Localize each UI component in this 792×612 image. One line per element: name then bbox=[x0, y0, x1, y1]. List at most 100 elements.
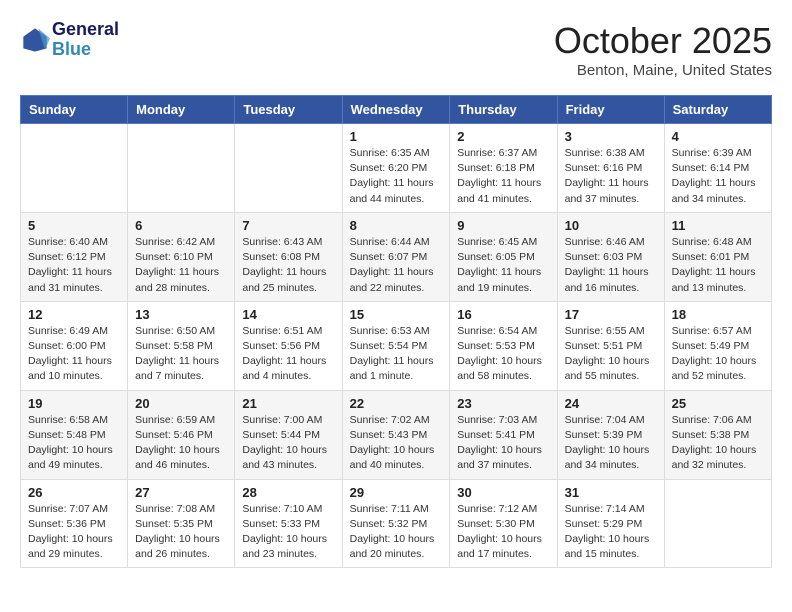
calendar-cell: 20Sunrise: 6:59 AM Sunset: 5:46 PM Dayli… bbox=[128, 390, 235, 479]
day-info: Sunrise: 6:44 AM Sunset: 6:07 PM Dayligh… bbox=[350, 235, 443, 296]
day-number: 30 bbox=[457, 485, 549, 500]
day-number: 16 bbox=[457, 307, 549, 322]
calendar-cell: 10 Sunrise: 6:46 AM Sunset: 6:03 PM Dayli… bbox=[557, 212, 664, 301]
day-info: Sunrise: 7:07 AM Sunset: 5:36 PM Dayligh… bbox=[28, 502, 120, 563]
calendar-cell: 27Sunrise: 7:08 AM Sunset: 5:35 PM Dayli… bbox=[128, 479, 235, 568]
calendar-cell: 16 Sunrise: 6:54 AM Sunset: 5:53 PM Dayli… bbox=[450, 301, 557, 390]
logo-icon bbox=[20, 25, 50, 55]
weekday-header: Wednesday bbox=[342, 96, 450, 124]
day-info: Sunrise: 6:49 AM Sunset: 6:00 PM Dayligh… bbox=[28, 324, 120, 385]
calendar-cell: 29Sunrise: 7:11 AM Sunset: 5:32 PM Dayli… bbox=[342, 479, 450, 568]
calendar-cell: 19 Sunrise: 6:58 AM Sunset: 5:48 PM Dayli… bbox=[21, 390, 128, 479]
weekday-header: Sunday bbox=[21, 96, 128, 124]
weekday-header: Monday bbox=[128, 96, 235, 124]
day-info: Sunrise: 6:38 AM Sunset: 6:16 PM Dayligh… bbox=[565, 146, 657, 207]
day-number: 15 bbox=[350, 307, 443, 322]
day-number: 7 bbox=[242, 218, 334, 233]
calendar-week-row: 5Sunrise: 6:40 AM Sunset: 6:12 PM Daylig… bbox=[21, 212, 772, 301]
day-number: 19 bbox=[28, 396, 120, 411]
calendar-cell bbox=[664, 479, 771, 568]
calendar-cell: 22 Sunrise: 7:02 AM Sunset: 5:43 PM Dayli… bbox=[342, 390, 450, 479]
day-info: Sunrise: 7:10 AM Sunset: 5:33 PM Dayligh… bbox=[242, 502, 334, 563]
calendar-cell: 11 Sunrise: 6:48 AM Sunset: 6:01 PM Dayli… bbox=[664, 212, 771, 301]
day-info: Sunrise: 7:14 AM Sunset: 5:29 PM Dayligh… bbox=[565, 502, 657, 563]
calendar-cell: 21 Sunrise: 7:00 AM Sunset: 5:44 PM Dayli… bbox=[235, 390, 342, 479]
weekday-header: Friday bbox=[557, 96, 664, 124]
day-number: 1 bbox=[350, 129, 443, 144]
day-info: Sunrise: 7:11 AM Sunset: 5:32 PM Dayligh… bbox=[350, 502, 443, 563]
weekday-header: Tuesday bbox=[235, 96, 342, 124]
day-info: Sunrise: 6:58 AM Sunset: 5:48 PM Dayligh… bbox=[28, 413, 120, 474]
day-number: 14 bbox=[242, 307, 334, 322]
calendar-cell: 23Sunrise: 7:03 AM Sunset: 5:41 PM Dayli… bbox=[450, 390, 557, 479]
calendar-cell bbox=[128, 124, 235, 213]
calendar-cell bbox=[21, 124, 128, 213]
title-block: October 2025 Benton, Maine, United State… bbox=[554, 20, 772, 79]
calendar-cell: 6 Sunrise: 6:42 AM Sunset: 6:10 PM Daylig… bbox=[128, 212, 235, 301]
day-number: 8 bbox=[350, 218, 443, 233]
calendar-cell: 8 Sunrise: 6:44 AM Sunset: 6:07 PM Daylig… bbox=[342, 212, 450, 301]
calendar-week-row: 12Sunrise: 6:49 AM Sunset: 6:00 PM Dayli… bbox=[21, 301, 772, 390]
day-info: Sunrise: 6:54 AM Sunset: 5:53 PM Dayligh… bbox=[457, 324, 549, 385]
day-info: Sunrise: 6:48 AM Sunset: 6:01 PM Dayligh… bbox=[672, 235, 764, 296]
calendar-cell: 25Sunrise: 7:06 AM Sunset: 5:38 PM Dayli… bbox=[664, 390, 771, 479]
day-number: 22 bbox=[350, 396, 443, 411]
day-info: Sunrise: 7:02 AM Sunset: 5:43 PM Dayligh… bbox=[350, 413, 443, 474]
location: Benton, Maine, United States bbox=[554, 62, 772, 79]
day-info: Sunrise: 6:55 AM Sunset: 5:51 PM Dayligh… bbox=[565, 324, 657, 385]
day-number: 10 bbox=[565, 218, 657, 233]
day-info: Sunrise: 7:00 AM Sunset: 5:44 PM Dayligh… bbox=[242, 413, 334, 474]
calendar-cell: 12Sunrise: 6:49 AM Sunset: 6:00 PM Dayli… bbox=[21, 301, 128, 390]
day-number: 6 bbox=[135, 218, 227, 233]
day-info: Sunrise: 7:12 AM Sunset: 5:30 PM Dayligh… bbox=[457, 502, 549, 563]
day-info: Sunrise: 6:40 AM Sunset: 6:12 PM Dayligh… bbox=[28, 235, 120, 296]
day-number: 20 bbox=[135, 396, 227, 411]
calendar-cell: 1 Sunrise: 6:35 AM Sunset: 6:20 PM Daylig… bbox=[342, 124, 450, 213]
day-number: 17 bbox=[565, 307, 657, 322]
day-info: Sunrise: 7:06 AM Sunset: 5:38 PM Dayligh… bbox=[672, 413, 764, 474]
day-number: 3 bbox=[565, 129, 657, 144]
day-info: Sunrise: 6:53 AM Sunset: 5:54 PM Dayligh… bbox=[350, 324, 443, 385]
logo-text-line2: Blue bbox=[52, 40, 119, 60]
logo-text-line1: General bbox=[52, 20, 119, 40]
calendar-cell: 14 Sunrise: 6:51 AM Sunset: 5:56 PM Dayli… bbox=[235, 301, 342, 390]
calendar-cell: 28Sunrise: 7:10 AM Sunset: 5:33 PM Dayli… bbox=[235, 479, 342, 568]
day-info: Sunrise: 6:45 AM Sunset: 6:05 PM Dayligh… bbox=[457, 235, 549, 296]
calendar-cell: 3 Sunrise: 6:38 AM Sunset: 6:16 PM Daylig… bbox=[557, 124, 664, 213]
day-number: 11 bbox=[672, 218, 764, 233]
day-info: Sunrise: 7:04 AM Sunset: 5:39 PM Dayligh… bbox=[565, 413, 657, 474]
day-info: Sunrise: 6:46 AM Sunset: 6:03 PM Dayligh… bbox=[565, 235, 657, 296]
calendar-cell: 15 Sunrise: 6:53 AM Sunset: 5:54 PM Dayli… bbox=[342, 301, 450, 390]
calendar-cell: 24 Sunrise: 7:04 AM Sunset: 5:39 PM Dayli… bbox=[557, 390, 664, 479]
day-info: Sunrise: 7:03 AM Sunset: 5:41 PM Dayligh… bbox=[457, 413, 549, 474]
day-info: Sunrise: 6:50 AM Sunset: 5:58 PM Dayligh… bbox=[135, 324, 227, 385]
day-info: Sunrise: 6:51 AM Sunset: 5:56 PM Dayligh… bbox=[242, 324, 334, 385]
calendar-week-row: 19 Sunrise: 6:58 AM Sunset: 5:48 PM Dayli… bbox=[21, 390, 772, 479]
day-number: 18 bbox=[672, 307, 764, 322]
day-info: Sunrise: 6:37 AM Sunset: 6:18 PM Dayligh… bbox=[457, 146, 549, 207]
calendar-cell: 5Sunrise: 6:40 AM Sunset: 6:12 PM Daylig… bbox=[21, 212, 128, 301]
day-info: Sunrise: 6:39 AM Sunset: 6:14 PM Dayligh… bbox=[672, 146, 764, 207]
calendar-cell: 17 Sunrise: 6:55 AM Sunset: 5:51 PM Dayli… bbox=[557, 301, 664, 390]
calendar-week-row: 26Sunrise: 7:07 AM Sunset: 5:36 PM Dayli… bbox=[21, 479, 772, 568]
day-info: Sunrise: 6:35 AM Sunset: 6:20 PM Dayligh… bbox=[350, 146, 443, 207]
calendar-cell: 18Sunrise: 6:57 AM Sunset: 5:49 PM Dayli… bbox=[664, 301, 771, 390]
calendar-cell: 4 Sunrise: 6:39 AM Sunset: 6:14 PM Daylig… bbox=[664, 124, 771, 213]
month-title: October 2025 bbox=[554, 20, 772, 62]
calendar-cell: 7Sunrise: 6:43 AM Sunset: 6:08 PM Daylig… bbox=[235, 212, 342, 301]
calendar-cell: 31Sunrise: 7:14 AM Sunset: 5:29 PM Dayli… bbox=[557, 479, 664, 568]
day-number: 24 bbox=[565, 396, 657, 411]
weekday-header: Saturday bbox=[664, 96, 771, 124]
logo: General Blue bbox=[20, 20, 119, 60]
calendar-table: SundayMondayTuesdayWednesdayThursdayFrid… bbox=[20, 95, 772, 568]
day-info: Sunrise: 7:08 AM Sunset: 5:35 PM Dayligh… bbox=[135, 502, 227, 563]
calendar-week-row: 1 Sunrise: 6:35 AM Sunset: 6:20 PM Daylig… bbox=[21, 124, 772, 213]
weekday-header: Thursday bbox=[450, 96, 557, 124]
day-number: 13 bbox=[135, 307, 227, 322]
page-header: General Blue October 2025 Benton, Maine,… bbox=[20, 20, 772, 79]
calendar-cell: 26Sunrise: 7:07 AM Sunset: 5:36 PM Dayli… bbox=[21, 479, 128, 568]
day-number: 4 bbox=[672, 129, 764, 144]
day-info: Sunrise: 6:42 AM Sunset: 6:10 PM Dayligh… bbox=[135, 235, 227, 296]
day-number: 9 bbox=[457, 218, 549, 233]
day-number: 21 bbox=[242, 396, 334, 411]
